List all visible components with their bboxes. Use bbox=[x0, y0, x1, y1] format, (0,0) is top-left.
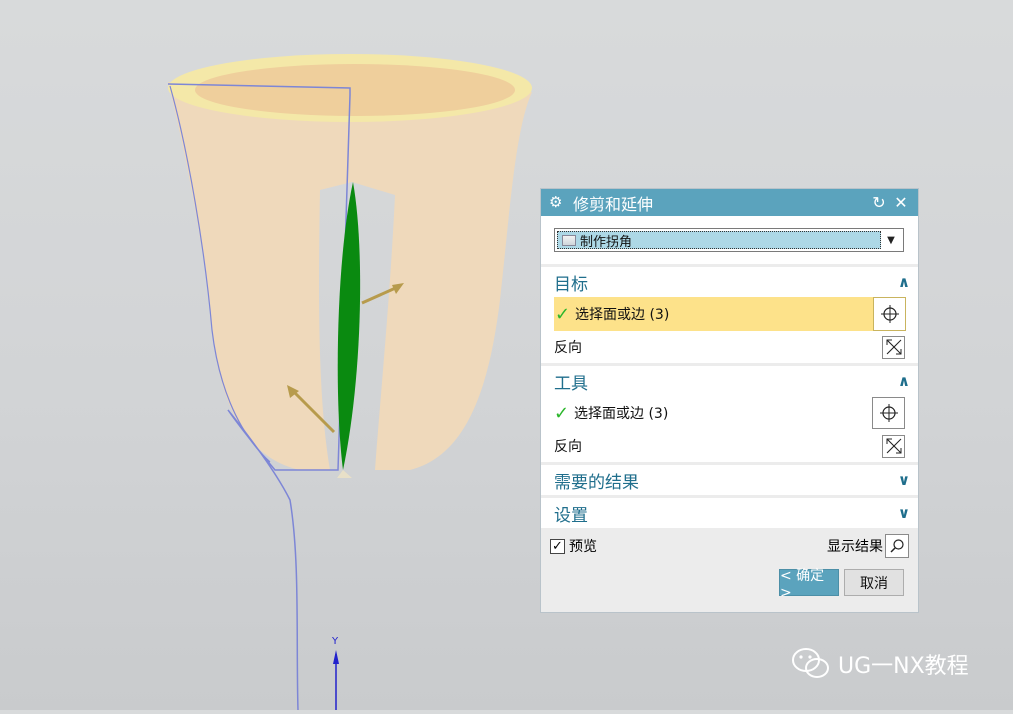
chevron-up-icon[interactable]: ∧ bbox=[898, 372, 910, 390]
dropdown-arrow-icon: ▼ bbox=[887, 234, 895, 246]
preview-row: ✓ 预览 显示结果 bbox=[541, 529, 918, 563]
section-settings-header[interactable]: 设置 ∨ bbox=[541, 498, 918, 528]
show-result: 显示结果 bbox=[827, 534, 909, 558]
dialog-buttons: < 确定 > 取消 bbox=[541, 563, 918, 601]
dialog-title: 修剪和延伸 bbox=[573, 194, 654, 214]
ok-button[interactable]: < 确定 > bbox=[779, 568, 839, 601]
section-tool: 工具 ∧ ✓ 选择面或边 (3) 反向 bbox=[541, 366, 918, 462]
section-settings: 设置 ∨ bbox=[541, 498, 918, 528]
section-required-result-header[interactable]: 需要的结果 ∨ bbox=[541, 465, 918, 495]
target-select-row[interactable]: ✓ 选择面或边 (3) bbox=[554, 297, 906, 331]
target-reverse-row: 反向 bbox=[541, 331, 918, 363]
show-result-button[interactable] bbox=[885, 534, 909, 558]
reverse-direction-icon bbox=[886, 339, 901, 355]
wechat-icon bbox=[792, 648, 829, 678]
type-row: 制作拐角 ▼ bbox=[541, 216, 918, 264]
preview-label: 预览 bbox=[569, 539, 597, 555]
crosshair-select-button[interactable] bbox=[873, 297, 906, 331]
crosshair-icon bbox=[880, 305, 899, 323]
tool-select-label: 选择面或边 (3) bbox=[574, 406, 669, 422]
chevron-up-icon[interactable]: ∧ bbox=[898, 273, 910, 291]
type-dropdown-value: 制作拐角 bbox=[557, 231, 881, 250]
crosshair-icon bbox=[879, 404, 898, 422]
target-reverse-button[interactable] bbox=[882, 335, 905, 359]
section-tool-title: 工具 bbox=[554, 373, 588, 394]
section-target-title: 目标 bbox=[554, 274, 588, 295]
cancel-button[interactable]: 取消 bbox=[844, 569, 904, 596]
watermark-text: UG一NX教程 bbox=[838, 654, 969, 679]
dialog-titlebar[interactable]: ⚙ 修剪和延伸 ↻ ✕ bbox=[541, 189, 918, 216]
preview-checkbox[interactable]: ✓ bbox=[550, 538, 565, 554]
target-select-label: 选择面或边 (3) bbox=[575, 307, 670, 323]
tool-reverse-row: 反向 bbox=[541, 430, 918, 462]
corner-type-icon bbox=[562, 234, 576, 246]
check-icon: ✓ bbox=[555, 303, 571, 325]
section-required-result-title: 需要的结果 bbox=[554, 472, 639, 493]
show-result-label: 显示结果 bbox=[827, 539, 883, 555]
section-tool-header[interactable]: 工具 ∧ bbox=[541, 366, 918, 396]
check-icon: ✓ bbox=[554, 402, 570, 424]
section-target: 目标 ∧ ✓ 选择面或边 (3) 反向 bbox=[541, 267, 918, 363]
trim-extend-dialog: ⚙ 修剪和延伸 ↻ ✕ 制作拐角 ▼ 目标 ∧ ✓ 选择面或边 (3) 反向 工… bbox=[540, 188, 919, 613]
cup-rim-inner bbox=[195, 64, 515, 116]
target-reverse-label: 反向 bbox=[554, 340, 582, 356]
close-icon[interactable]: ✕ bbox=[890, 193, 912, 212]
gear-icon: ⚙ bbox=[549, 193, 563, 211]
tool-reverse-button[interactable] bbox=[882, 434, 905, 458]
tool-face bbox=[337, 182, 361, 470]
reverse-direction-icon bbox=[886, 438, 901, 454]
section-required-result: 需要的结果 ∨ bbox=[541, 465, 918, 495]
reset-icon[interactable]: ↻ bbox=[868, 193, 890, 212]
tool-select-row[interactable]: ✓ 选择面或边 (3) bbox=[541, 396, 918, 430]
watermark: UG一NX教程 bbox=[790, 646, 969, 682]
type-dropdown[interactable]: 制作拐角 ▼ bbox=[554, 228, 904, 252]
type-dropdown-label: 制作拐角 bbox=[580, 234, 633, 250]
crosshair-select-button[interactable] bbox=[872, 397, 905, 429]
chevron-down-icon[interactable]: ∨ bbox=[898, 471, 910, 489]
section-target-header[interactable]: 目标 ∧ bbox=[541, 267, 918, 297]
magnifier-icon bbox=[890, 539, 904, 553]
section-settings-title: 设置 bbox=[554, 505, 588, 526]
chevron-down-icon[interactable]: ∨ bbox=[898, 504, 910, 522]
tool-reverse-label: 反向 bbox=[554, 439, 582, 455]
y-axis-label: Y bbox=[332, 636, 339, 647]
